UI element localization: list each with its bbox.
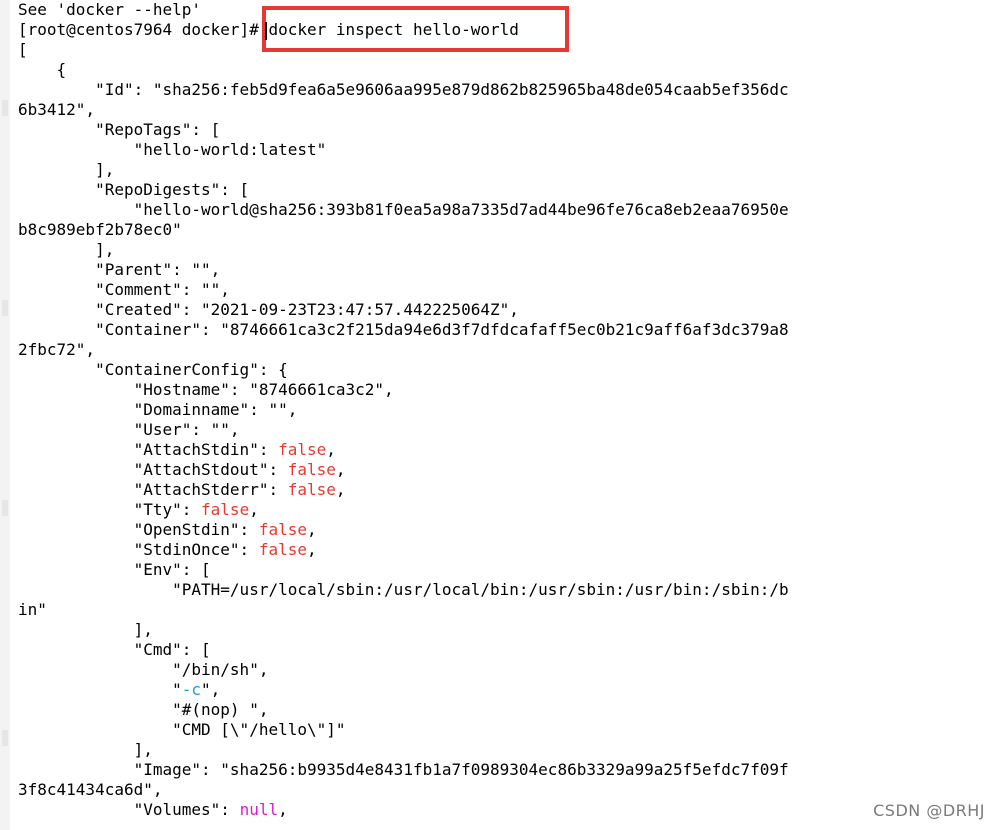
line-suffix: , bbox=[307, 520, 317, 539]
terminal-line: 2fbc72", bbox=[18, 340, 96, 359]
terminal-line: "User": "", bbox=[18, 420, 240, 439]
terminal-line: "OpenStdin": false, bbox=[18, 520, 317, 540]
terminal-line: "Comment": "", bbox=[18, 280, 230, 299]
terminal-line: b8c989ebf2b78ec0" bbox=[18, 220, 182, 239]
gutter-marker bbox=[2, 500, 8, 516]
boolean-value: false bbox=[258, 540, 307, 559]
line-key: "Tty": bbox=[18, 500, 202, 519]
terminal-line: "Parent": "", bbox=[18, 260, 221, 279]
terminal-output[interactable]: "Volumes": null, 3f8c41434ca6d", "Image":… bbox=[10, 0, 987, 830]
line-suffix: , bbox=[335, 460, 346, 479]
boolean-value: false bbox=[278, 440, 327, 459]
option-flag: -c bbox=[181, 680, 202, 699]
line-key: "AttachStdin": bbox=[18, 440, 279, 459]
boolean-value: false bbox=[287, 460, 336, 479]
terminal-line: "AttachStderr": false, bbox=[18, 480, 346, 500]
line-suffix: ", bbox=[201, 680, 221, 699]
line-key: "OpenStdin": bbox=[18, 520, 259, 539]
terminal-line: "CMD [\"/hello\"]" bbox=[18, 720, 346, 739]
text-cursor bbox=[265, 22, 267, 40]
line-suffix: , bbox=[326, 440, 336, 459]
line-key: "Volumes": bbox=[18, 800, 240, 819]
watermark: CSDN @DRHJ bbox=[873, 801, 985, 820]
terminal-line: "hello-world:latest" bbox=[18, 140, 327, 159]
terminal-line: 3f8c41434ca6d", bbox=[18, 780, 163, 799]
line-suffix: , bbox=[249, 500, 259, 519]
line-key: "AttachStdout": bbox=[18, 460, 288, 479]
line-key: "AttachStderr": bbox=[18, 480, 288, 499]
terminal-line: "RepoDigests": [ bbox=[18, 180, 250, 199]
terminal-line: "StdinOnce": false, bbox=[18, 540, 317, 560]
terminal-line: "PATH=/usr/local/sbin:/usr/local/bin:/us… bbox=[18, 580, 789, 599]
terminal-line: "hello-world@sha256:393b81f0ea5a98a7335d… bbox=[18, 200, 789, 219]
terminal-line: "Tty": false, bbox=[18, 500, 259, 520]
command-highlight-box bbox=[262, 6, 569, 52]
line-suffix: , bbox=[307, 540, 317, 559]
terminal-line: ], bbox=[18, 240, 115, 259]
terminal-line: See 'docker --help' bbox=[18, 0, 202, 19]
terminal-line: "RepoTags": [ bbox=[18, 120, 221, 139]
terminal-line: { bbox=[18, 60, 67, 79]
terminal-line: "ContainerConfig": { bbox=[18, 360, 288, 379]
boolean-value: false bbox=[287, 480, 336, 499]
terminal-line: "AttachStdout": false, bbox=[18, 460, 346, 480]
gutter-marker bbox=[2, 100, 8, 116]
gutter-marker bbox=[2, 300, 8, 316]
terminal-line: "Env": [ bbox=[18, 560, 211, 579]
terminal-line: "Volumes": null, bbox=[18, 800, 288, 820]
boolean-value: false bbox=[258, 520, 307, 539]
line-key: "StdinOnce": bbox=[18, 540, 259, 559]
terminal-line: 6b3412", bbox=[18, 100, 96, 119]
terminal-line: ], bbox=[18, 620, 153, 639]
terminal-line: "Hostname": "8746661ca3c2", bbox=[18, 380, 394, 399]
terminal-line: "Cmd": [ bbox=[18, 640, 211, 659]
line-suffix: , bbox=[335, 480, 346, 499]
gutter-marker bbox=[2, 730, 8, 746]
terminal-line: "Domainname": "", bbox=[18, 400, 298, 419]
terminal-line: [ bbox=[18, 40, 28, 59]
boolean-value: false bbox=[201, 500, 250, 519]
terminal-line: "Created": "2021-09-23T23:47:57.44222506… bbox=[18, 300, 519, 319]
terminal-line: "-c", bbox=[18, 680, 220, 700]
terminal-line: "Image": "sha256:b9935d4e8431fb1a7f09893… bbox=[18, 760, 789, 779]
null-value: null bbox=[239, 800, 279, 819]
terminal-line: ], bbox=[18, 160, 115, 179]
terminal-line: "Id": "sha256:feb5d9fea6a5e9606aa995e879… bbox=[18, 80, 789, 99]
terminal-line: "Container": "8746661ca3c2f215da94e6d3f7… bbox=[18, 320, 789, 339]
line-key: " bbox=[18, 680, 182, 699]
line-suffix: , bbox=[278, 800, 288, 819]
terminal-line: "#(nop) ", bbox=[18, 700, 269, 719]
terminal-line: ], bbox=[18, 740, 153, 759]
terminal-line: "/bin/sh", bbox=[18, 660, 269, 679]
terminal-line: in" bbox=[18, 600, 47, 619]
terminal-line: "AttachStdin": false, bbox=[18, 440, 336, 460]
